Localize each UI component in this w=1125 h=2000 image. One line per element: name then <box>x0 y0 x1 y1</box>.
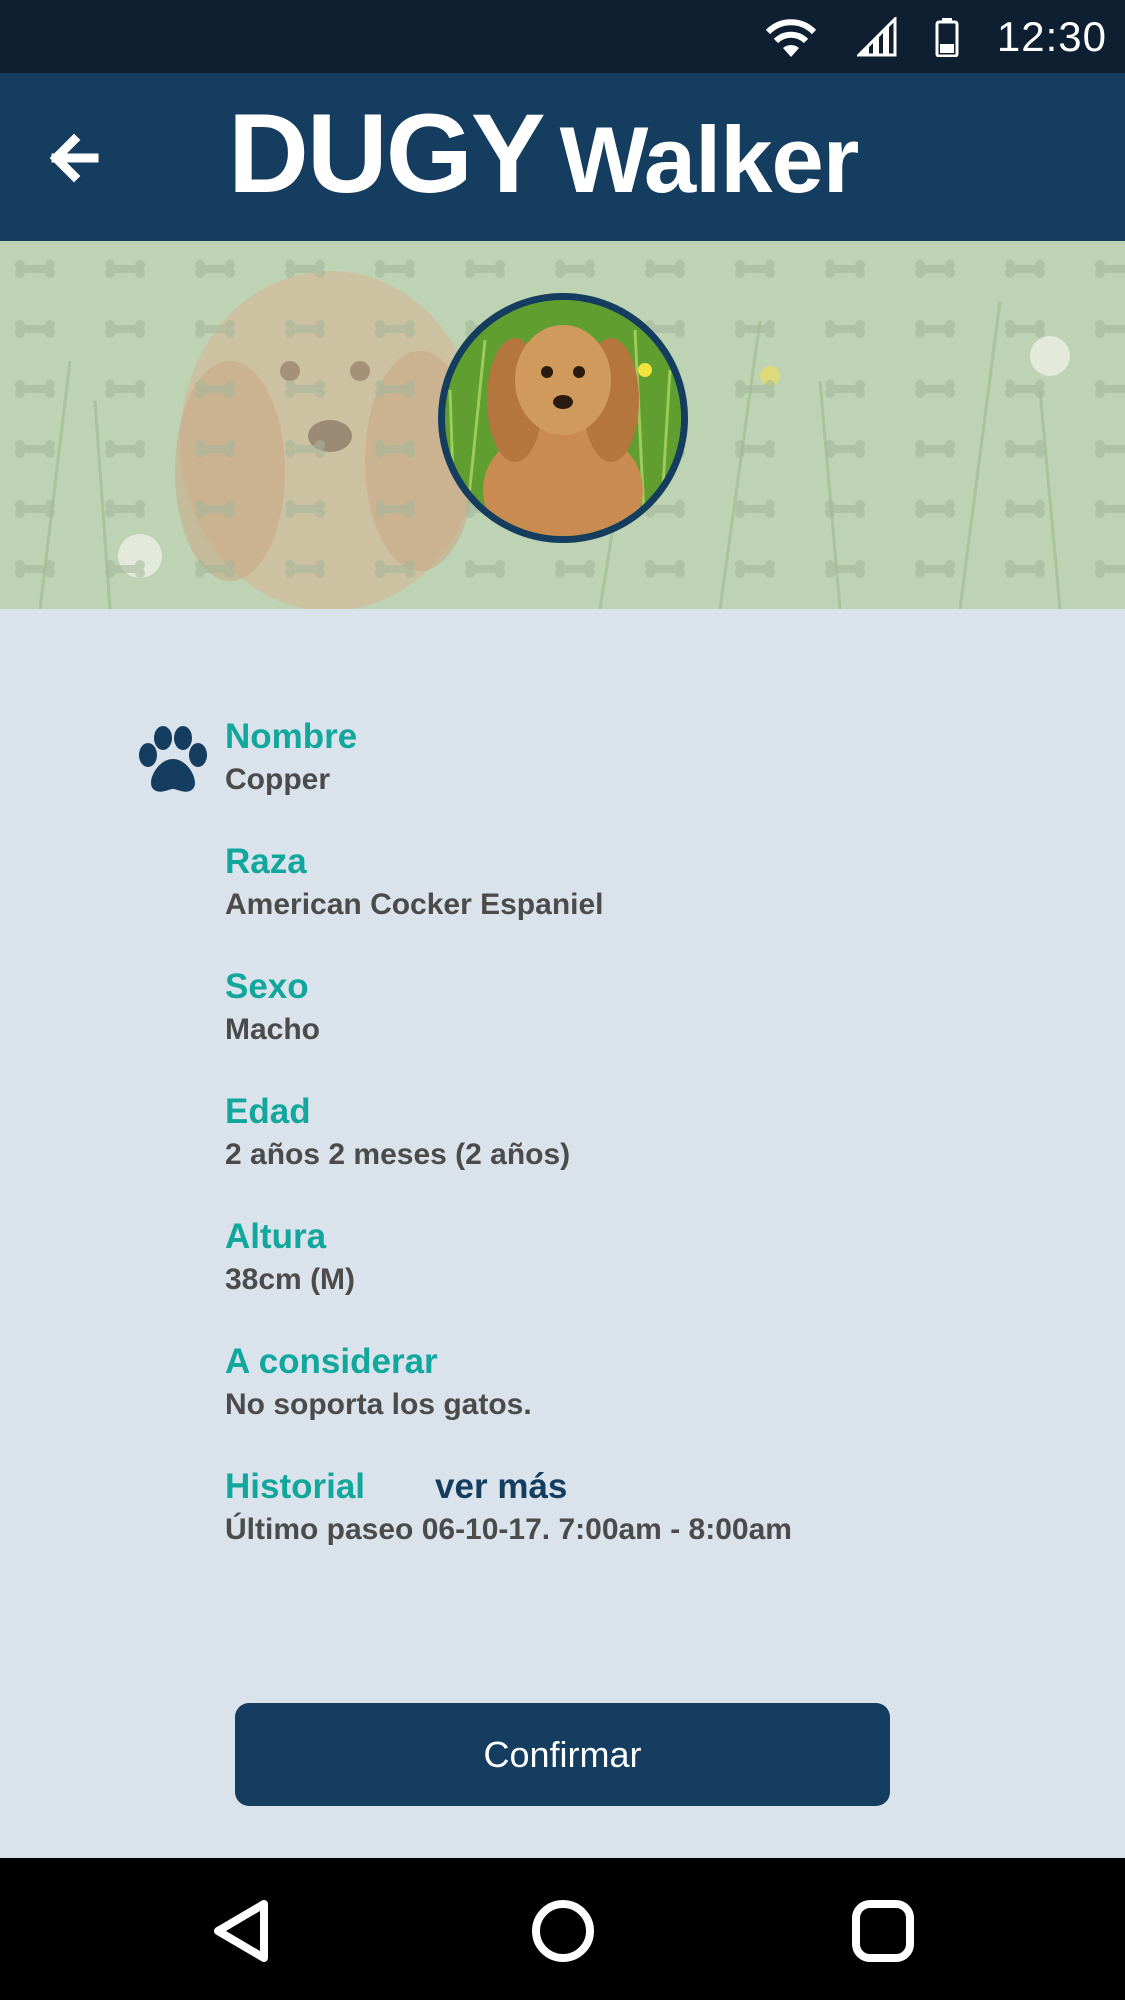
field-altura: Altura 38cm (M) <box>225 1215 355 1301</box>
paw-icon <box>139 726 207 792</box>
system-nav-bar <box>0 1858 1125 2000</box>
field-historial: Historial ver más Último paseo 06-10-17. … <box>225 1465 792 1551</box>
field-label: Altura <box>225 1217 327 1256</box>
field-value: Macho <box>225 1013 321 1046</box>
field-value: Copper <box>225 763 330 796</box>
field-nombre: Nombre Copper <box>225 715 357 801</box>
field-label: Raza <box>225 842 307 881</box>
status-icons: 12:30 <box>763 0 1107 73</box>
nav-back-button[interactable] <box>208 1896 278 1966</box>
field-label: A considerar <box>225 1342 438 1381</box>
nav-home-button[interactable] <box>528 1896 598 1966</box>
status-time: 12:30 <box>996 12 1107 60</box>
field-a-considerar: A considerar No soporta los gatos. <box>225 1340 532 1426</box>
pet-banner <box>0 241 1125 609</box>
field-raza: Raza American Cocker Espaniel <box>225 840 604 926</box>
signal-icon <box>856 16 897 56</box>
confirm-button[interactable]: Confirmar <box>235 1703 890 1806</box>
field-sexo: Sexo Macho <box>225 965 320 1051</box>
app-logo: DUGY Walker <box>228 98 860 212</box>
field-edad: Edad 2 años 2 meses (2 años) <box>225 1090 570 1176</box>
logo-word-dugy: DUGY <box>228 91 546 216</box>
field-label: Edad <box>225 1092 311 1131</box>
status-bar: 12:30 <box>0 0 1125 73</box>
logo-word-walker: Walker <box>559 107 860 212</box>
field-value: 38cm (M) <box>225 1263 356 1296</box>
battery-icon <box>935 17 959 57</box>
pet-avatar[interactable] <box>438 293 688 543</box>
wifi-icon <box>765 18 817 57</box>
recents-square-icon <box>852 1900 914 1962</box>
nav-recents-button[interactable] <box>848 1896 918 1966</box>
app-bar: DUGY Walker <box>0 73 1125 241</box>
field-value: No soporta los gatos. <box>225 1388 532 1421</box>
field-value: American Cocker Espaniel <box>225 888 604 921</box>
field-value: Último paseo 06-10-17. 7:00am - 8:00am <box>225 1513 792 1546</box>
back-triangle-icon <box>214 1900 268 1962</box>
field-label-row: Historial ver más <box>225 1465 792 1509</box>
field-label: Sexo <box>225 967 309 1006</box>
field-value: 2 años 2 meses (2 años) <box>225 1138 571 1171</box>
ver-mas-link[interactable]: ver más <box>435 1467 567 1506</box>
field-label: Nombre <box>225 717 358 756</box>
field-label: Historial <box>225 1467 366 1506</box>
arrow-left-icon <box>49 133 99 183</box>
pet-photo <box>445 300 681 536</box>
back-button[interactable] <box>44 127 106 189</box>
home-circle-icon <box>532 1900 594 1962</box>
